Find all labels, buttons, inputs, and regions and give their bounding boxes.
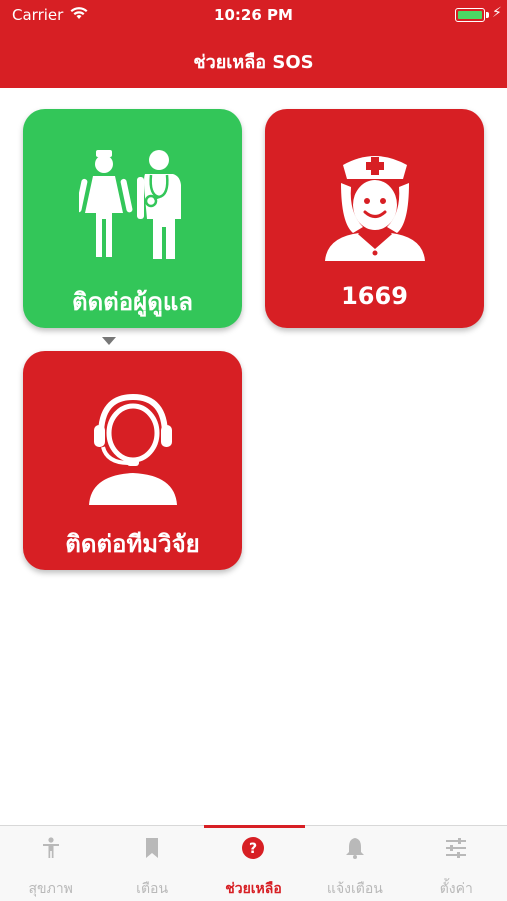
- contact-caregiver-button[interactable]: ติดต่อผู้ดูแล: [23, 109, 242, 328]
- tab-notifications[interactable]: แจ้งเตือน: [304, 826, 405, 901]
- tab-settings[interactable]: ตั้งค่า: [406, 826, 507, 901]
- status-bar: Carrier 10:26 PM ⚡: [0, 0, 507, 30]
- caregivers-icon: [79, 150, 181, 259]
- selection-pointer: [102, 337, 116, 345]
- battery-tip: [486, 12, 489, 18]
- tile-label: ติดต่อทีมวิจัย: [65, 530, 200, 558]
- clock: 10:26 PM: [214, 6, 293, 24]
- tab-health[interactable]: สุขภาพ: [0, 826, 101, 901]
- tab-help[interactable]: ? ช่วยเหลือ: [203, 826, 304, 901]
- tab-label: สุขภาพ: [28, 881, 73, 897]
- tab-bar: สุขภาพ เตือน ? ช่วยเหลือ แจ้งเตือน ตั้งค: [0, 825, 507, 901]
- bookmark-icon: [146, 838, 159, 858]
- svg-text:?: ?: [249, 841, 257, 857]
- tab-label: แจ้งเตือน: [326, 881, 383, 897]
- tile-label: ติดต่อผู้ดูแล: [72, 288, 193, 316]
- battery-icon: [455, 8, 485, 22]
- contact-research-team-button[interactable]: ติดต่อทีมวิจัย: [23, 351, 242, 570]
- nurse-icon: [325, 156, 425, 261]
- call-1669-button[interactable]: 1669: [265, 109, 484, 328]
- person-icon: [42, 837, 59, 858]
- tab-label: ตั้งค่า: [439, 881, 473, 897]
- sliders-icon: [446, 838, 467, 858]
- bell-icon: [345, 838, 364, 859]
- help-icon: ?: [242, 837, 265, 859]
- headset-operator-icon: [89, 393, 177, 505]
- tab-reminders[interactable]: เตือน: [101, 826, 202, 901]
- tile-label: 1669: [341, 282, 408, 310]
- tab-label: เตือน: [136, 881, 169, 897]
- app-header: Carrier 10:26 PM ⚡ ช่วยเหลือ SOS: [0, 0, 507, 88]
- charging-icon: ⚡: [492, 5, 502, 21]
- tab-label: ช่วยเหลือ: [225, 881, 282, 897]
- page-title: ช่วยเหลือ SOS: [193, 52, 314, 73]
